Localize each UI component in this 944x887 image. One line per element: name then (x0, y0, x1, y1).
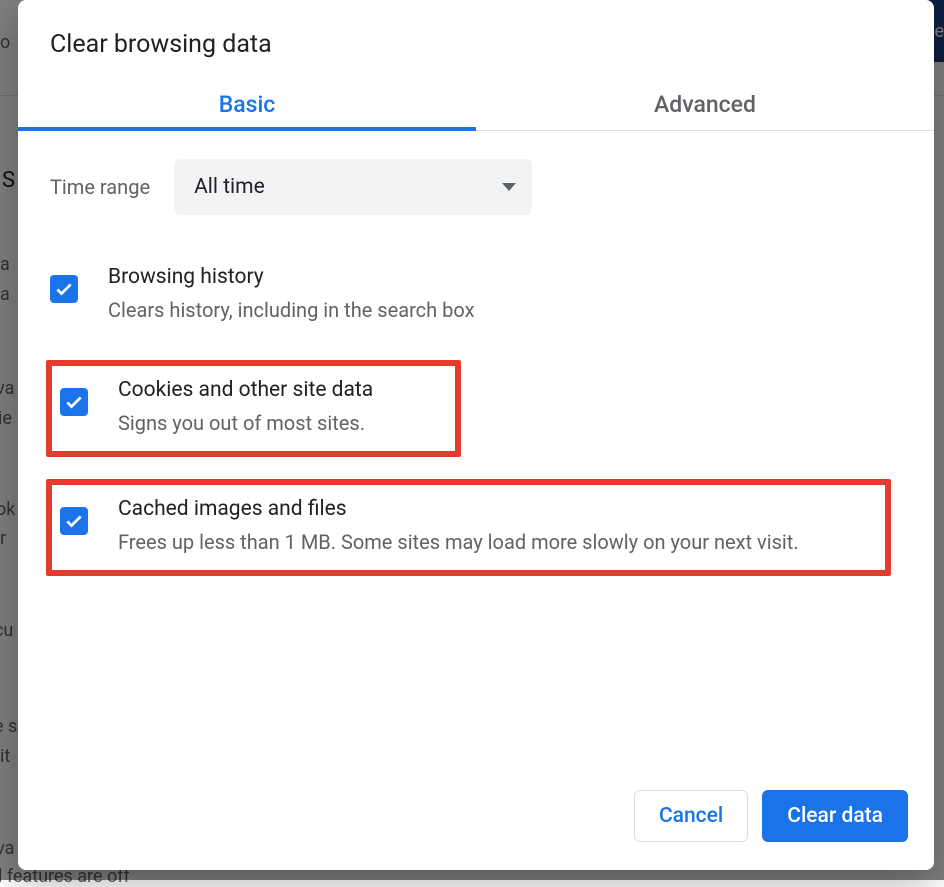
time-range-row: Time range All time (46, 159, 902, 215)
time-range-value: All time (194, 175, 265, 199)
option-title: Cached images and files (118, 497, 877, 521)
dialog-body: Time range All time Browsing history Cle… (18, 131, 934, 790)
time-range-select[interactable]: All time (174, 159, 532, 215)
checkbox-cookies[interactable] (60, 388, 88, 416)
tab-basic[interactable]: Basic (18, 77, 476, 130)
dialog-tabs: Basic Advanced (18, 77, 934, 131)
option-title: Browsing history (108, 265, 898, 289)
option-browsing-history: Browsing history Clears history, includi… (46, 253, 902, 338)
cancel-button[interactable]: Cancel (634, 790, 748, 842)
dialog-title: Clear browsing data (18, 0, 934, 77)
option-description: Frees up less than 1 MB. Some sites may … (118, 527, 877, 558)
check-icon (54, 279, 74, 299)
option-description: Signs you out of most sites. (118, 408, 447, 439)
check-icon (64, 511, 84, 531)
check-icon (64, 392, 84, 412)
caret-down-icon (502, 183, 516, 191)
dialog-footer: Cancel Clear data (18, 790, 934, 870)
tab-advanced[interactable]: Advanced (476, 77, 934, 130)
checkbox-cache[interactable] (60, 507, 88, 535)
option-description: Clears history, including in the search … (108, 295, 898, 326)
clear-data-button[interactable]: Clear data (762, 790, 908, 842)
option-cache: Cached images and files Frees up less th… (46, 479, 891, 576)
clear-browsing-data-dialog: Clear browsing data Basic Advanced Time … (18, 0, 934, 870)
option-cookies: Cookies and other site data Signs you ou… (46, 360, 461, 457)
time-range-label: Time range (50, 175, 150, 199)
checkbox-browsing-history[interactable] (50, 275, 78, 303)
option-title: Cookies and other site data (118, 378, 447, 402)
